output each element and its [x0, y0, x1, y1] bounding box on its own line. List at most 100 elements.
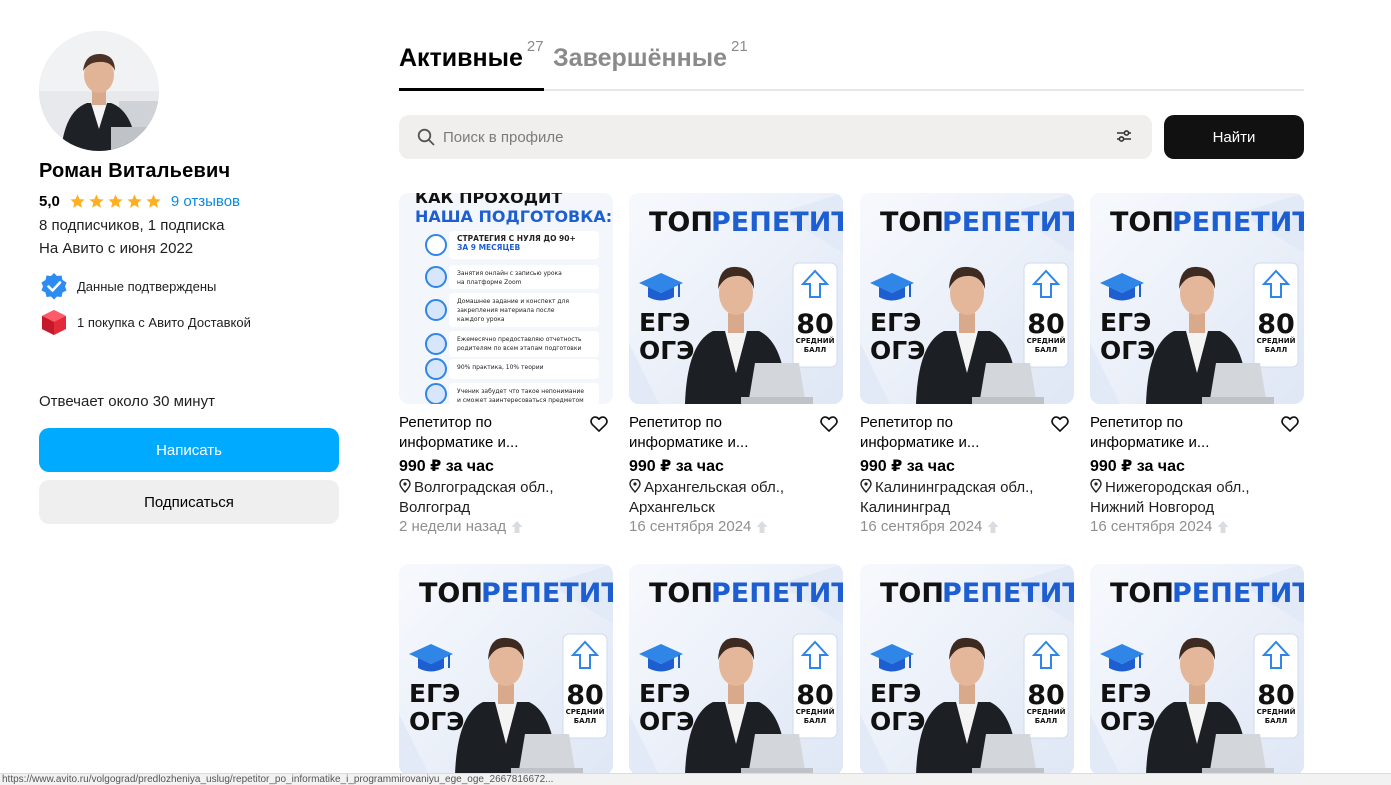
tab-active[interactable]: Активные 27 [399, 38, 544, 91]
filter-icon[interactable] [1116, 128, 1132, 144]
listing-title[interactable]: Репетитор по информатике и... [860, 413, 1040, 453]
svg-text:ОГЭ: ОГЭ [1100, 707, 1156, 736]
subscribe-button[interactable]: Подписаться [39, 480, 339, 524]
promotion-arrow-icon [756, 520, 768, 533]
star-icon [70, 194, 85, 208]
listing-title[interactable]: Репетитор по информатике и... [1090, 413, 1270, 453]
svg-text:БАЛЛ: БАЛЛ [1035, 717, 1058, 725]
search-icon [417, 128, 435, 146]
svg-text:СРЕДНИЙ: СРЕДНИЙ [1027, 707, 1066, 716]
response-time: Отвечает около 30 минут [39, 393, 215, 410]
svg-text:РЕПЕТИТОР: РЕПЕТИТОР [1172, 207, 1304, 238]
svg-text:БАЛЛ: БАЛЛ [1265, 717, 1288, 725]
favorite-heart-icon[interactable] [819, 414, 839, 434]
find-button[interactable]: Найти [1164, 115, 1304, 159]
listing-title[interactable]: Репетитор по информатике и... [399, 413, 579, 453]
avatar[interactable] [39, 31, 159, 151]
svg-text:ТОП: ТОП [419, 578, 483, 609]
favorite-heart-icon[interactable] [1050, 414, 1070, 434]
listing-image[interactable]: ТОП РЕПЕТИТОР ЕГЭ ОГЭ 80 СРЕДНИЙ БАЛЛ [629, 193, 843, 404]
profile-search [399, 115, 1152, 159]
promotion-arrow-icon [1217, 520, 1229, 533]
listing-date-text: 16 сентября 2024 [629, 518, 752, 535]
badge-delivery: 1 покупка с Авито Доставкой [39, 307, 339, 337]
write-button[interactable]: Написать [39, 428, 339, 472]
location-pin-icon [860, 479, 872, 493]
listing-card[interactable]: ТОП РЕПЕТИТОР ЕГЭ ОГЭ 80 СРЕДНИЙ БАЛЛ Ре… [629, 193, 843, 535]
rating-stars [69, 193, 162, 210]
listing-card[interactable]: КАК ПРОХОДИТ НАША ПОДГОТОВКА: СТРАТЕГИЯ … [399, 193, 613, 535]
rating-value: 5,0 [39, 193, 60, 210]
svg-text:РЕПЕТИТОР: РЕПЕТИТОР [942, 207, 1074, 238]
svg-text:Домашнее задание и конспект дл: Домашнее задание и конспект для [457, 298, 569, 305]
profile-panel: Роман Витальевич 5,0 9 отзывов 8 подписч… [39, 31, 339, 524]
svg-text:80: 80 [796, 309, 834, 340]
delivery-box-icon [39, 307, 69, 337]
listing-card[interactable]: ТОП РЕПЕТИТОР ЕГЭ ОГЭ 80 СРЕДНИЙ БАЛЛ [399, 564, 613, 775]
listing-card[interactable]: ТОП РЕПЕТИТОР ЕГЭ ОГЭ 80 СРЕДНИЙ БАЛЛ Ре… [1090, 193, 1304, 535]
search-input[interactable] [443, 128, 1103, 146]
location-pin-icon [1090, 479, 1102, 493]
svg-text:СТРАТЕГИЯ С НУЛЯ ДО 90+: СТРАТЕГИЯ С НУЛЯ ДО 90+ [457, 234, 576, 243]
listing-location: Калининградская обл., Калининград [860, 478, 1074, 518]
listing-card[interactable]: ТОП РЕПЕТИТОР ЕГЭ ОГЭ 80 СРЕДНИЙ БАЛЛ Ре… [860, 193, 1074, 535]
listing-card[interactable]: ТОП РЕПЕТИТОР ЕГЭ ОГЭ 80 СРЕДНИЙ БАЛЛ [629, 564, 843, 775]
listing-card[interactable]: ТОП РЕПЕТИТОР ЕГЭ ОГЭ 80 СРЕДНИЙ БАЛЛ [860, 564, 1074, 775]
svg-text:ЕГЭ: ЕГЭ [870, 308, 921, 337]
favorite-heart-icon[interactable] [1280, 414, 1300, 434]
svg-text:СРЕДНИЙ: СРЕДНИЙ [796, 707, 835, 716]
svg-text:ТОП: ТОП [880, 207, 944, 238]
listing-image[interactable]: ТОП РЕПЕТИТОР ЕГЭ ОГЭ 80 СРЕДНИЙ БАЛЛ [1090, 193, 1304, 404]
svg-text:на платформе Zoom: на платформе Zoom [457, 279, 522, 286]
listing-date-text: 16 сентября 2024 [860, 518, 983, 535]
listing-image[interactable]: ТОП РЕПЕТИТОР ЕГЭ ОГЭ 80 СРЕДНИЙ БАЛЛ [860, 564, 1074, 775]
tab-completed-count: 21 [730, 38, 748, 55]
listing-image[interactable]: КАК ПРОХОДИТ НАША ПОДГОТОВКА: СТРАТЕГИЯ … [399, 193, 613, 404]
svg-text:ТОП: ТОП [1110, 207, 1174, 238]
svg-text:ОГЭ: ОГЭ [870, 336, 926, 365]
favorite-heart-icon[interactable] [589, 414, 609, 434]
listing-image[interactable]: ТОП РЕПЕТИТОР ЕГЭ ОГЭ 80 СРЕДНИЙ БАЛЛ [860, 193, 1074, 404]
svg-text:БАЛЛ: БАЛЛ [1265, 346, 1288, 354]
location-pin-icon [629, 479, 641, 493]
svg-text:РЕПЕТИТОР: РЕПЕТИТОР [481, 578, 613, 609]
svg-text:ТОП: ТОП [1110, 578, 1174, 609]
svg-text:БАЛЛ: БАЛЛ [1035, 346, 1058, 354]
listing-image[interactable]: ТОП РЕПЕТИТОР ЕГЭ ОГЭ 80 СРЕДНИЙ БАЛЛ [629, 564, 843, 775]
tab-completed-label: Завершённые [553, 44, 727, 72]
listing-price: 990 ₽ за час [860, 458, 955, 475]
listing-date-text: 2 недели назад [399, 518, 507, 535]
tab-completed[interactable]: Завершённые 21 [553, 38, 748, 73]
svg-text:ТОП: ТОП [880, 578, 944, 609]
star-icon [89, 194, 104, 208]
svg-text:90% практика, 10% теории: 90% практика, 10% теории [457, 364, 544, 371]
reviews-link[interactable]: 9 отзывов [171, 193, 240, 210]
listing-image[interactable]: ТОП РЕПЕТИТОР ЕГЭ ОГЭ 80 СРЕДНИЙ БАЛЛ [1090, 564, 1304, 775]
svg-text:РЕПЕТИТОР: РЕПЕТИТОР [711, 578, 843, 609]
svg-text:80: 80 [1257, 680, 1295, 711]
svg-text:БАЛЛ: БАЛЛ [804, 346, 827, 354]
svg-text:НАША ПОДГОТОВКА:: НАША ПОДГОТОВКА: [415, 207, 612, 226]
listing-title[interactable]: Репетитор по информатике и... [629, 413, 809, 453]
listing-price: 990 ₽ за час [399, 458, 494, 475]
svg-text:ЕГЭ: ЕГЭ [409, 679, 460, 708]
svg-text:РЕПЕТИТОР: РЕПЕТИТОР [1172, 578, 1304, 609]
svg-text:ОГЭ: ОГЭ [639, 707, 695, 736]
listing-price: 990 ₽ за час [1090, 458, 1185, 475]
svg-text:ОГЭ: ОГЭ [870, 707, 926, 736]
subscribers-text[interactable]: 8 подписчиков, 1 подписка [39, 217, 339, 234]
svg-text:ЕГЭ: ЕГЭ [870, 679, 921, 708]
tab-active-label: Активные [399, 44, 523, 72]
listing-date: 16 сентября 2024 [860, 518, 1074, 535]
listing-location-text: Калининградская обл., Калининград [860, 479, 1034, 516]
location-pin-icon [399, 479, 411, 493]
rating-row: 5,0 9 отзывов [39, 193, 339, 210]
status-bar-url: https://www.avito.ru/volgograd/predlozhe… [0, 773, 1391, 785]
listing-card[interactable]: ТОП РЕПЕТИТОР ЕГЭ ОГЭ 80 СРЕДНИЙ БАЛЛ [1090, 564, 1304, 775]
listing-date: 16 сентября 2024 [629, 518, 843, 535]
listing-date: 16 сентября 2024 [1090, 518, 1304, 535]
svg-text:Ученик забудет что такое непон: Ученик забудет что такое непонимание [457, 388, 584, 395]
star-icon [127, 194, 142, 208]
listing-image[interactable]: ТОП РЕПЕТИТОР ЕГЭ ОГЭ 80 СРЕДНИЙ БАЛЛ [399, 564, 613, 775]
svg-text:Занятия онлайн с записью урока: Занятия онлайн с записью урока [457, 270, 562, 277]
